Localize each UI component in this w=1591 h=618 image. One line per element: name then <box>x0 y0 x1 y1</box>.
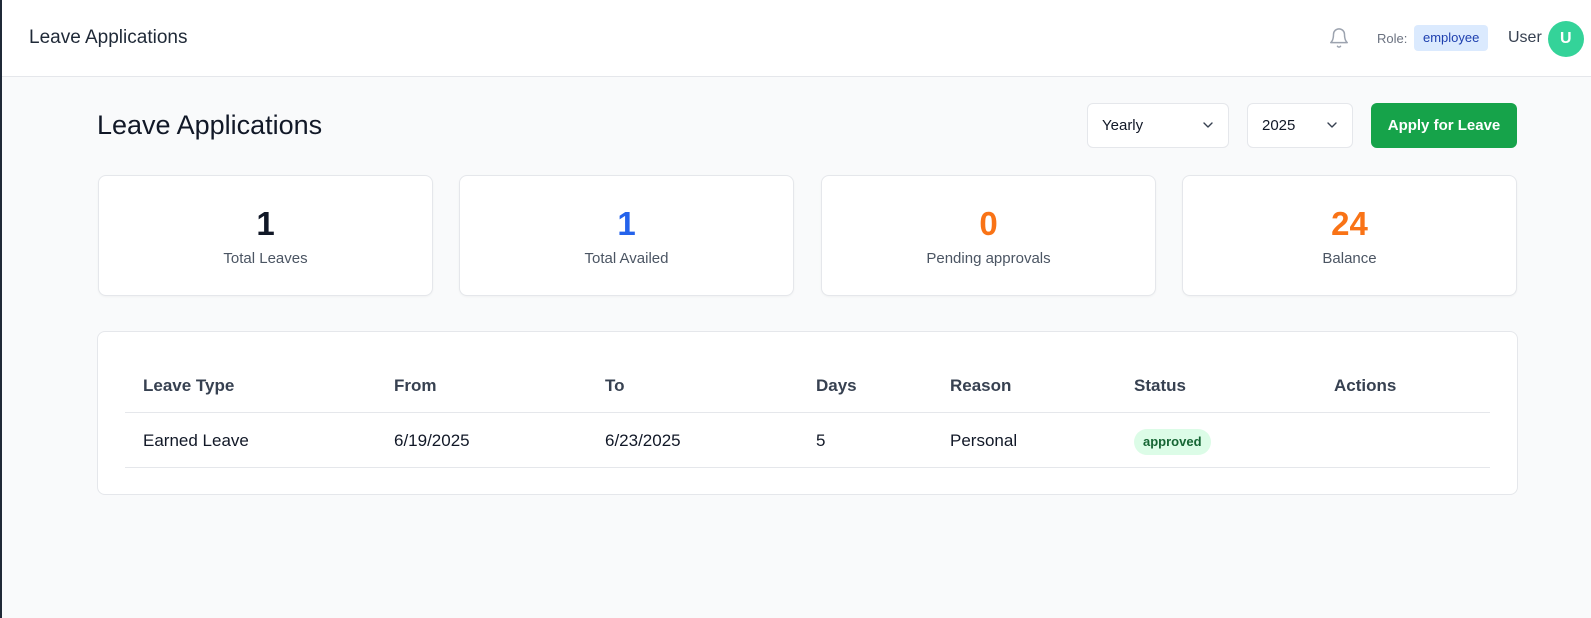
avatar[interactable]: U <box>1548 21 1584 57</box>
column-header: Status <box>1134 376 1186 395</box>
role-label: Role: <box>1377 31 1408 46</box>
year-filter-value: 2025 <box>1262 117 1296 134</box>
column-header: From <box>394 376 437 395</box>
leave-applications-table-card: Leave Type From To Days Reason Status Ac… <box>97 331 1518 495</box>
stat-value: 1 <box>617 205 636 242</box>
status-badge: approved <box>1134 428 1211 455</box>
column-header: Reason <box>950 376 1012 395</box>
stat-value: 0 <box>979 205 998 242</box>
leave-type-cell: Earned Leave <box>143 431 249 450</box>
column-header: Days <box>816 376 857 395</box>
user-name: User <box>1508 29 1542 46</box>
table-row: Earned Leave 6/19/2025 6/23/2025 5 Perso… <box>125 413 1490 468</box>
stat-label: Total Availed <box>584 250 669 267</box>
to-date-cell: 6/23/2025 <box>605 431 681 450</box>
stat-value: 24 <box>1331 205 1368 242</box>
from-date-cell: 6/19/2025 <box>394 431 470 450</box>
bell-icon[interactable] <box>1328 26 1350 50</box>
stat-card-total-leaves: 1 Total Leaves <box>98 175 433 296</box>
days-cell: 5 <box>816 431 826 450</box>
top-bar: Leave Applications Role: employee User U <box>2 0 1591 77</box>
page-title: Leave Applications <box>97 110 323 140</box>
stat-label: Balance <box>1322 250 1377 267</box>
chevron-down-icon <box>1203 122 1213 128</box>
period-filter-value: Yearly <box>1102 117 1144 134</box>
column-header: To <box>605 376 625 395</box>
column-header: Leave Type <box>143 376 235 395</box>
table-header-row: Leave Type From To Days Reason Status Ac… <box>125 358 1490 413</box>
app-title: Leave Applications <box>29 27 188 48</box>
stat-label: Total Leaves <box>223 250 308 267</box>
role-badge: employee <box>1414 25 1489 51</box>
leave-applications-table: Leave Type From To Days Reason Status Ac… <box>125 358 1490 468</box>
chevron-down-icon <box>1327 122 1337 128</box>
column-header: Actions <box>1334 376 1397 395</box>
year-filter-select[interactable]: 2025 <box>1247 103 1353 148</box>
stat-card-pending-approvals: 0 Pending approvals <box>821 175 1156 296</box>
stat-label: Pending approvals <box>926 250 1051 267</box>
apply-for-leave-button[interactable]: Apply for Leave <box>1371 103 1517 148</box>
status-cell: approved <box>1134 413 1211 468</box>
stat-card-balance: 24 Balance <box>1182 175 1517 296</box>
stat-value: 1 <box>256 205 275 242</box>
reason-cell: Personal <box>950 431 1018 450</box>
stat-card-total-availed: 1 Total Availed <box>459 175 794 296</box>
period-filter-select[interactable]: Yearly <box>1087 103 1229 148</box>
